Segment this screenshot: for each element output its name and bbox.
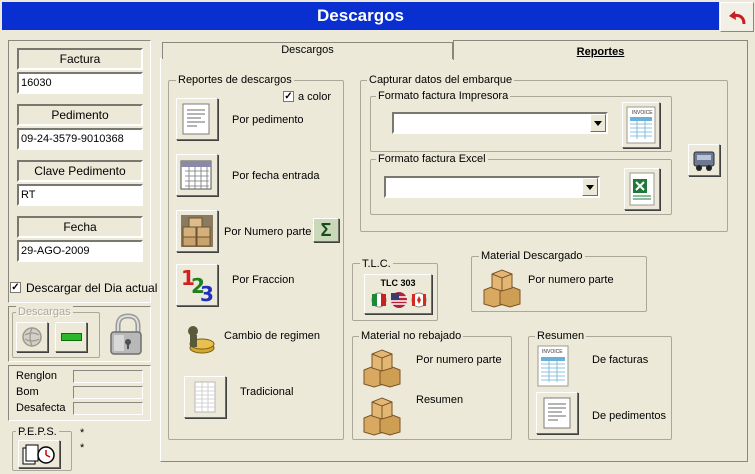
fecha-label: Fecha xyxy=(17,216,143,238)
por-fraccion-button[interactable]: 1 2 3 xyxy=(176,264,218,306)
star-marker-2: * xyxy=(80,442,85,454)
globe-icon xyxy=(22,327,42,347)
impresora-format-select[interactable] xyxy=(392,112,608,134)
excel-icon xyxy=(629,172,655,206)
sum-button[interactable]: Σ xyxy=(313,218,339,242)
pedimento-label: Pedimento xyxy=(17,104,143,126)
excel-title: Formato factura Excel xyxy=(376,153,488,165)
numbers-123-icon: 1 2 3 xyxy=(181,266,214,306)
embarque-title: Capturar datos del embarque xyxy=(367,74,515,86)
resumen-title: Resumen xyxy=(535,330,587,342)
impresora-dropdown-arrow[interactable] xyxy=(590,114,606,132)
renglon-label: Renglon xyxy=(16,370,57,382)
por-pedimento-label: Por pedimento xyxy=(232,114,304,126)
star-marker-1: * xyxy=(80,427,85,439)
descargas-group-title: Descargas xyxy=(16,306,73,318)
no-rebajado-por-numero-parte-button[interactable] xyxy=(360,344,404,388)
window-title: Descargos xyxy=(2,2,719,30)
fecha-field[interactable]: 29-AGO-2009 xyxy=(17,240,143,262)
no-rebajado-por-numero-parte-label: Por numero parte xyxy=(416,354,502,366)
no-rebajado-resumen-button[interactable] xyxy=(360,392,404,436)
por-fecha-entrada-label: Por fecha entrada xyxy=(232,170,320,182)
excel-dropdown-arrow[interactable] xyxy=(582,178,598,196)
bom-value xyxy=(73,386,143,399)
invoice-icon: INVOICE xyxy=(537,345,569,387)
clave-pedimento-label: Clave Pedimento xyxy=(17,160,143,182)
cambio-regimen-button[interactable] xyxy=(182,320,218,356)
factura-label: Factura xyxy=(17,48,143,70)
boxes-icon xyxy=(363,397,401,436)
tlc-303-label: TLC 303 xyxy=(380,278,416,288)
resumen-facturas-label: De facturas xyxy=(592,354,649,366)
a-color-checkbox[interactable]: ✓ xyxy=(283,91,294,102)
report-document-icon xyxy=(182,103,210,135)
descargar-button[interactable] xyxy=(16,322,48,352)
resumen-facturas-button[interactable]: INVOICE xyxy=(536,344,572,388)
boxes-icon xyxy=(483,269,521,308)
impresora-title: Formato factura Impresora xyxy=(376,90,511,102)
cambio-regimen-label: Cambio de regimen xyxy=(224,330,320,342)
no-rebajado-resumen-label: Resumen xyxy=(416,394,464,406)
descargar-dia-label: Descargar del Dia actual xyxy=(26,281,158,295)
desafecta-value xyxy=(73,402,143,415)
descargar-dia-checkbox[interactable]: ✓ xyxy=(10,282,21,293)
invoice-icon: INVOICE xyxy=(626,106,656,144)
excel-export-button[interactable] xyxy=(624,168,660,210)
calendar-icon xyxy=(180,160,212,190)
impresora-invoice-button[interactable]: INVOICE xyxy=(622,102,660,148)
sigma-icon: Σ xyxy=(314,219,338,241)
tab-reportes-label: Reportes xyxy=(576,46,625,58)
padlock-icon xyxy=(110,313,142,355)
flags-icon xyxy=(371,292,427,308)
a-color-label: a color xyxy=(298,91,332,103)
invoice-icon-text: INVOICE xyxy=(632,110,653,116)
boxes-icon xyxy=(363,349,401,388)
material-descargado-title: Material Descargado xyxy=(479,250,585,262)
undo-button[interactable] xyxy=(720,2,754,32)
excel-format-select[interactable] xyxy=(384,176,600,198)
por-fraccion-label: Por Fraccion xyxy=(232,274,295,286)
bom-label: Bom xyxy=(16,386,39,398)
descargado-por-numero-parte-button[interactable] xyxy=(480,264,524,308)
factura-field[interactable]: 16030 xyxy=(17,72,143,94)
por-pedimento-button[interactable] xyxy=(176,98,218,140)
undo-icon xyxy=(729,11,746,25)
report-document-icon xyxy=(543,397,571,429)
pedimento-field[interactable]: 09-24-3579-9010368 xyxy=(17,128,143,150)
chevron-down-icon xyxy=(586,185,594,190)
truck-icon xyxy=(693,151,715,171)
tradicional-label: Tradicional xyxy=(240,386,294,398)
peps-icon xyxy=(22,444,55,465)
confirm-button[interactable] xyxy=(55,322,87,352)
por-fecha-entrada-button[interactable] xyxy=(176,154,218,196)
peps-button[interactable] xyxy=(18,440,60,468)
por-numero-parte-label: Por Numero parte xyxy=(224,226,312,238)
green-bar-icon xyxy=(61,333,82,341)
material-no-rebajado-title: Material no rebajado xyxy=(359,330,464,342)
invoice-icon-text: INVOICE xyxy=(542,349,563,355)
coins-icon xyxy=(188,326,215,354)
resumen-pedimentos-label: De pedimentos xyxy=(592,410,666,422)
tlc-303-button[interactable]: TLC 303 xyxy=(364,274,432,314)
clave-pedimento-field[interactable]: RT xyxy=(17,184,143,206)
desafecta-label: Desafecta xyxy=(16,402,66,414)
truck-button[interactable] xyxy=(688,144,720,176)
resumen-pedimentos-button[interactable] xyxy=(536,392,578,434)
peps-group-title: P.E.P.S. xyxy=(16,426,59,438)
boxes-warehouse-icon xyxy=(181,215,213,247)
lock-button[interactable] xyxy=(104,312,148,358)
spreadsheet-icon xyxy=(194,381,216,413)
tlc-title: T.L.C. xyxy=(360,258,393,270)
tab-descargos[interactable]: Descargos xyxy=(162,42,453,59)
tradicional-button[interactable] xyxy=(184,376,226,418)
por-numero-parte-button[interactable] xyxy=(176,210,218,252)
renglon-value xyxy=(73,370,143,383)
chevron-down-icon xyxy=(594,121,602,126)
tab-reportes[interactable]: Reportes xyxy=(453,40,748,60)
descargado-por-numero-parte-label: Por numero parte xyxy=(528,274,614,286)
reportes-descargos-title: Reportes de descargos xyxy=(176,74,294,86)
